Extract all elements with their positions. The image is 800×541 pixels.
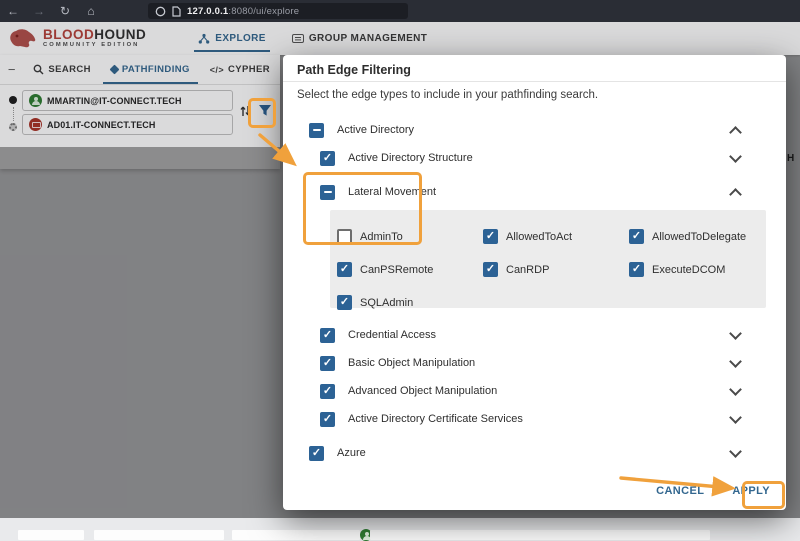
brand-subtitle: COMMUNITY EDITION xyxy=(43,42,140,49)
checkbox-sqladmin[interactable] xyxy=(337,295,352,310)
app-header: BLOODHOUND COMMUNITY EDITION EXPLORE GRO… xyxy=(0,22,800,55)
category-row-azure: Azure xyxy=(309,444,766,462)
lateral-movement-edges-panel: AdminTo AllowedToAct AllowedToDelegate C… xyxy=(330,210,769,310)
user-node-icon xyxy=(29,94,42,107)
nav-explore[interactable]: EXPLORE xyxy=(194,22,270,55)
path-edge-filtering-dialog: Path Edge Filtering Select the edge type… xyxy=(283,55,786,510)
dialog-title: Path Edge Filtering xyxy=(297,63,411,77)
nav-group-management[interactable]: GROUP MANAGEMENT xyxy=(291,22,428,55)
category-row-basic-object-manipulation: Basic Object Manipulation xyxy=(320,354,766,372)
category-row-credential-access: Credential Access xyxy=(320,326,766,344)
browser-chrome: ← → ↻ ⌂ 127.0.0.1:8080/ui/explore xyxy=(0,0,800,22)
checkbox-allowedtoact[interactable] xyxy=(483,229,498,244)
edge-item-sqladmin: SQLAdmin xyxy=(337,286,483,319)
chevron-down-icon[interactable] xyxy=(729,382,742,396)
edge-item-allowedtoact: AllowedToAct xyxy=(483,220,629,253)
nav-group-management-label: GROUP MANAGEMENT xyxy=(308,33,428,44)
edge-item-executedcom: ExecuteDCOM xyxy=(629,253,769,286)
pathfinding-icon xyxy=(109,64,120,75)
explore-graph-icon xyxy=(198,33,210,44)
start-node-bullet xyxy=(9,96,17,104)
divider xyxy=(283,81,786,82)
category-row-active-directory: Active Directory xyxy=(309,121,766,139)
bloodhound-logo-icon xyxy=(10,28,36,47)
dialog-footer: CANCEL APPLY xyxy=(650,481,776,501)
dialog-description: Select the edge types to include in your… xyxy=(297,89,599,101)
url-bar[interactable]: 127.0.0.1:8080/ui/explore xyxy=(148,3,408,19)
path-connector xyxy=(12,107,14,121)
checkbox-advanced-object-manipulation[interactable] xyxy=(320,383,335,399)
checkbox-adminto[interactable] xyxy=(337,229,352,244)
reload-icon[interactable]: ↻ xyxy=(52,4,78,18)
group-management-icon xyxy=(291,34,304,43)
filter-icon xyxy=(258,105,271,116)
collapse-panel-button[interactable]: − xyxy=(0,62,23,77)
hidden-node-text-fragment: H xyxy=(787,153,795,164)
checkbox-ad-structure[interactable] xyxy=(320,150,335,166)
end-node-value: AD01.IT-CONNECT.TECH xyxy=(47,119,156,130)
checkbox-adcs[interactable] xyxy=(320,411,335,427)
back-icon[interactable]: ← xyxy=(0,4,26,18)
filter-button[interactable] xyxy=(256,102,273,119)
pathfinding-panel: − SEARCH PATHFINDING </> CYPHER MMARTIN@… xyxy=(0,55,280,169)
category-row-advanced-object-manipulation: Advanced Object Manipulation xyxy=(320,382,766,400)
url-text: 127.0.0.1:8080/ui/explore xyxy=(187,5,300,17)
apply-button[interactable]: APPLY xyxy=(726,481,776,501)
category-row-adcs: Active Directory Certificate Services xyxy=(320,410,766,428)
chevron-down-icon[interactable] xyxy=(729,149,742,163)
start-node-value: MMARTIN@IT-CONNECT.TECH xyxy=(47,95,182,106)
checkbox-canrdp[interactable] xyxy=(483,262,498,277)
computer-node-icon xyxy=(29,118,42,131)
explore-tabs: − SEARCH PATHFINDING </> CYPHER xyxy=(0,55,280,85)
page-icon xyxy=(172,5,181,17)
bloodhound-logo: BLOODHOUND COMMUNITY EDITION xyxy=(8,27,146,51)
tab-cypher[interactable]: </> CYPHER xyxy=(200,55,280,84)
category-row-ad-structure: Active Directory Structure xyxy=(320,149,766,167)
chevron-down-icon[interactable] xyxy=(729,326,742,340)
chevron-up-icon[interactable] xyxy=(729,125,742,139)
brand-title: BLOODHOUND xyxy=(43,26,147,42)
nav-explore-label: EXPLORE xyxy=(215,33,266,44)
checkbox-lateral-movement[interactable] xyxy=(320,184,335,200)
checkbox-basic-object-manipulation[interactable] xyxy=(320,355,335,371)
tab-search[interactable]: SEARCH xyxy=(23,55,101,84)
edge-item-canrdp: CanRDP xyxy=(483,253,629,286)
checkbox-credential-access[interactable] xyxy=(320,327,335,343)
category-row-lateral-movement: Lateral Movement xyxy=(320,183,766,201)
chevron-up-icon[interactable] xyxy=(729,187,742,201)
tab-pathfinding-label: PATHFINDING xyxy=(121,64,190,75)
swap-nodes-button[interactable] xyxy=(237,102,254,119)
tab-pathfinding[interactable]: PATHFINDING xyxy=(101,55,200,84)
toolbar-segment xyxy=(18,530,84,540)
top-navigation: EXPLORE GROUP MANAGEMENT xyxy=(194,22,428,55)
chevron-down-icon[interactable] xyxy=(729,354,742,368)
edge-item-canpsremote: CanPSRemote xyxy=(337,253,483,286)
cypher-icon: </> xyxy=(209,64,224,75)
checkbox-allowedtodelegate[interactable] xyxy=(629,229,644,244)
tab-search-label: SEARCH xyxy=(48,64,91,75)
checkbox-azure[interactable] xyxy=(309,445,324,461)
search-icon xyxy=(33,64,44,75)
toolbar-segment xyxy=(370,530,710,540)
end-node-input[interactable]: AD01.IT-CONNECT.TECH xyxy=(22,114,233,135)
shield-icon xyxy=(155,6,166,16)
swap-nodes-icon xyxy=(240,105,251,116)
checkbox-executedcom[interactable] xyxy=(629,262,644,277)
end-node-bullet xyxy=(9,123,17,131)
forward-icon[interactable]: → xyxy=(26,4,52,18)
home-icon[interactable]: ⌂ xyxy=(78,4,104,18)
chevron-down-icon[interactable] xyxy=(729,444,742,458)
start-node-input[interactable]: MMARTIN@IT-CONNECT.TECH xyxy=(22,90,233,111)
edge-item-allowedtodelegate: AllowedToDelegate xyxy=(629,220,769,253)
cancel-button[interactable]: CANCEL xyxy=(650,481,710,501)
tab-cypher-label: CYPHER xyxy=(228,64,270,75)
checkbox-active-directory[interactable] xyxy=(309,122,324,138)
chevron-down-icon[interactable] xyxy=(729,410,742,424)
toolbar-segment xyxy=(232,530,360,540)
checkbox-canpsremote[interactable] xyxy=(337,262,352,277)
edge-item-adminto: AdminTo xyxy=(337,220,483,253)
toolbar-segment xyxy=(94,530,224,540)
